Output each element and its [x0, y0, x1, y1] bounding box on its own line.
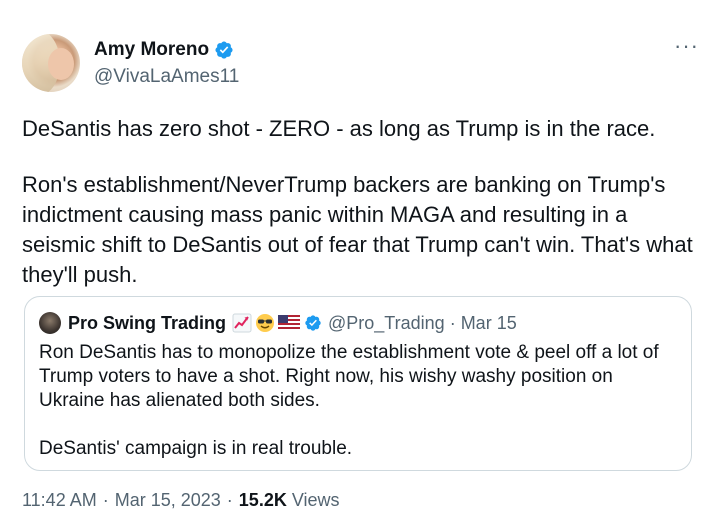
verified-badge-icon	[215, 41, 233, 59]
quoted-tweet-header: Pro Swing Trading @Pro_Trading · Mar 15	[39, 311, 517, 335]
author-avatar[interactable]	[22, 34, 80, 92]
tweet-date[interactable]: Mar 15, 2023	[115, 490, 221, 511]
quoted-author-display-name: Pro Swing Trading	[68, 312, 227, 333]
quoted-paragraph: DeSantis' campaign is in real trouble.	[39, 438, 353, 459]
views-label: Views	[291, 490, 340, 510]
author-display-name[interactable]: Amy Moreno	[94, 39, 209, 61]
quoted-author-handle: @Pro_Trading	[328, 312, 445, 333]
quoted-separator: ·	[449, 312, 456, 333]
tweet-paragraph: Ron's establishment/NeverTrump backers a…	[22, 172, 693, 287]
us-flag-icon	[278, 315, 301, 331]
tweet-paragraph: DeSantis has zero shot - ZERO - as long …	[22, 116, 656, 141]
meta-separator: ·	[102, 490, 109, 510]
quoted-tweet[interactable]: Pro Swing Trading @Pro_Trading · Mar 15 …	[24, 296, 692, 471]
tweet-header: Amy Moreno @VivaLaAmes11 ···	[22, 34, 698, 94]
quoted-tweet-text: Ron DeSantis has to monopolize the estab…	[39, 341, 679, 461]
quoted-author-avatar	[39, 312, 61, 334]
chart-increasing-icon	[232, 313, 252, 333]
quoted-verified-badge-icon	[305, 315, 321, 331]
smiling-face-sunglasses-icon	[256, 314, 275, 332]
display-name-row: Amy Moreno	[94, 38, 239, 62]
more-options-icon[interactable]: ···	[674, 35, 698, 60]
views-count[interactable]: 15.2K	[239, 490, 287, 511]
meta-separator: ·	[226, 490, 233, 510]
tweet-card: Amy Moreno @VivaLaAmes11 ··· DeSantis ha…	[0, 0, 720, 527]
quoted-tweet-date[interactable]: Mar 15	[461, 313, 517, 334]
tweet-text: DeSantis has zero shot - ZERO - as long …	[22, 114, 698, 290]
author-names: Amy Moreno @VivaLaAmes11	[94, 38, 239, 88]
author-handle[interactable]: @VivaLaAmes11	[94, 66, 239, 88]
tweet-time[interactable]: 11:42 AM	[22, 490, 97, 511]
quoted-author-emojis	[232, 313, 301, 333]
tweet-meta: 11:42 AM · Mar 15, 2023 · 15.2K Views	[22, 490, 340, 511]
avatar-face	[48, 48, 74, 80]
quoted-paragraph: Ron DeSantis has to monopolize the estab…	[39, 342, 659, 411]
